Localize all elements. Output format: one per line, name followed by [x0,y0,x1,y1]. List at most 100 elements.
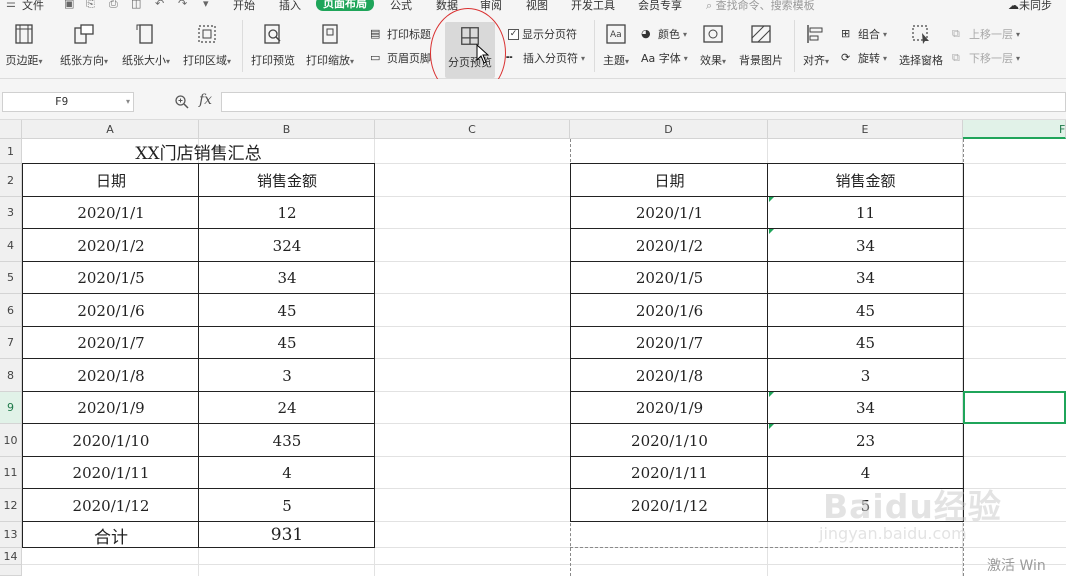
column-header-d[interactable]: D [570,120,768,139]
show-page-breaks-checkbox[interactable]: ✓ 显示分页符 [508,26,577,42]
fonts-button[interactable]: Aa 字体 ▾ [641,50,688,66]
theme-button[interactable]: Aa 主题▾ [601,22,631,68]
table2-amount-cell[interactable]: 34 [768,392,963,424]
row-header-9[interactable]: 9 [0,392,22,424]
table2-date-cell[interactable]: 2020/1/6 [571,294,768,327]
orientation-button[interactable]: 纸张方向▾ [55,22,113,68]
save-icon[interactable]: ▣ [64,0,74,10]
table1-header-amount[interactable]: 销售金额 [199,164,375,197]
table1-amount-cell[interactable]: 435 [199,424,375,457]
row-header-12[interactable]: 12 [0,489,22,522]
table2-amount-cell[interactable]: 45 [768,327,963,359]
quick-access-dropdown-icon[interactable]: ▾ [203,0,209,10]
paper-size-button[interactable]: 纸张大小▾ [117,22,175,68]
tab-insert[interactable]: 插入 [279,0,301,12]
command-search[interactable]: ⌕ 查找命令、搜索模板 [706,0,815,12]
table1-amount-cell[interactable]: 45 [199,294,375,327]
undo-icon[interactable]: ↶ [155,0,164,10]
tab-page-layout[interactable]: 页面布局 [316,0,374,11]
align-button[interactable]: 对齐▾ [800,22,832,68]
header-footer-button[interactable]: ▭ 页眉页脚 [370,50,431,66]
print-titles-button[interactable]: ▤ 打印标题 [370,26,431,42]
file-menu[interactable]: 文件 [22,0,44,12]
table1-title[interactable]: XX门店销售汇总 [22,139,375,164]
export-icon[interactable]: ⎘ [86,0,95,11]
table2-amount-cell[interactable]: 5 [768,489,963,522]
row-header-7[interactable]: 7 [0,327,22,359]
row-header-3[interactable]: 3 [0,197,22,229]
table1-date-cell[interactable]: 2020/1/2 [23,229,199,262]
row-header-2[interactable]: 2 [0,164,22,197]
row-header-13[interactable]: 13 [0,522,22,548]
tab-member[interactable]: 会员专享 [638,0,682,12]
margins-button[interactable]: 页边距▾ [3,22,45,68]
redo-icon[interactable]: ↷ [178,0,187,10]
table1-amount-cell[interactable]: 24 [199,392,375,424]
hamburger-menu-icon[interactable]: ☰ [6,0,16,10]
table1-total-value[interactable]: 931 [199,522,375,548]
row-header-5[interactable]: 5 [0,262,22,294]
print-preview-button[interactable]: 打印预览 [250,22,296,68]
table1-date-cell[interactable]: 2020/1/6 [23,294,199,327]
row-header-1[interactable]: 1 [0,139,22,164]
background-image-button[interactable]: 背景图片 [737,22,785,68]
tab-view[interactable]: 视图 [526,0,548,12]
column-header-f[interactable]: F [963,120,1066,139]
table2-date-cell[interactable]: 2020/1/8 [571,359,768,392]
row-header-11[interactable]: 11 [0,457,22,489]
row-header-6[interactable]: 6 [0,294,22,327]
table1-amount-cell[interactable]: 34 [199,262,375,294]
bring-forward-button[interactable]: ⧉ 上移一层 ▾ [952,26,1020,42]
table2-date-cell[interactable]: 2020/1/9 [571,392,768,424]
table1-date-cell[interactable]: 2020/1/12 [23,489,199,522]
table2-date-cell[interactable]: 2020/1/1 [571,197,768,229]
table1-total-label[interactable]: 合计 [23,522,199,548]
row-header-15[interactable] [0,565,22,576]
tab-formulas[interactable]: 公式 [390,0,412,12]
table2-date-cell[interactable]: 2020/1/12 [571,489,768,522]
rotate-button[interactable]: ⟳ 旋转 ▾ [841,50,887,66]
tab-review[interactable]: 审阅 [480,0,502,12]
table1-amount-cell[interactable]: 12 [199,197,375,229]
table2-amount-cell[interactable]: 34 [768,262,963,294]
table1-date-cell[interactable]: 2020/1/5 [23,262,199,294]
name-box[interactable]: F9 ▾ [2,92,134,112]
table2-amount-cell[interactable]: 23 [768,424,963,457]
print-icon[interactable]: ⎙ [109,0,118,11]
select-all-corner[interactable] [0,120,22,139]
row-header-8[interactable]: 8 [0,359,22,392]
table2-date-cell[interactable]: 2020/1/2 [571,229,768,262]
table1-amount-cell[interactable]: 5 [199,489,375,522]
table2-header-amount[interactable]: 销售金额 [768,164,963,197]
colors-button[interactable]: ◕ 颜色 ▾ [641,26,687,42]
table2-amount-cell[interactable]: 4 [768,457,963,489]
table2-amount-cell[interactable]: 34 [768,229,963,262]
table2-date-cell[interactable]: 2020/1/7 [571,327,768,359]
table1-date-cell[interactable]: 2020/1/9 [23,392,199,424]
row-header-4[interactable]: 4 [0,229,22,262]
column-header-b[interactable]: B [199,120,375,139]
send-backward-button[interactable]: ⧉ 下移一层 ▾ [952,50,1020,66]
table1-amount-cell[interactable]: 324 [199,229,375,262]
column-header-a[interactable]: A [22,120,199,139]
insert-page-break-button[interactable]: ╍ 插入分页符 ▾ [506,50,585,66]
print-preview-icon[interactable]: ◫ [131,0,141,10]
column-header-c[interactable]: C [375,120,570,139]
table2-date-cell[interactable]: 2020/1/10 [571,424,768,457]
chevron-down-icon[interactable]: ▾ [126,93,130,111]
row-header-14[interactable]: 14 [0,548,22,565]
table1-date-cell[interactable]: 2020/1/1 [23,197,199,229]
table1-amount-cell[interactable]: 45 [199,327,375,359]
print-scaling-button[interactable]: 打印缩放▾ [303,22,357,68]
row-header-10[interactable]: 10 [0,424,22,457]
selected-cell-f9[interactable] [963,391,1066,424]
cloud-sync-status[interactable]: ☁未同步 [1008,0,1052,12]
table1-date-cell[interactable]: 2020/1/8 [23,359,199,392]
effects-button[interactable]: 效果▾ [697,22,729,68]
table2-date-cell[interactable]: 2020/1/5 [571,262,768,294]
zoom-icon[interactable] [174,94,190,110]
table1-amount-cell[interactable]: 3 [199,359,375,392]
table2-amount-cell[interactable]: 11 [768,197,963,229]
table1-header-date[interactable]: 日期 [23,164,199,197]
formula-input[interactable] [221,92,1066,112]
